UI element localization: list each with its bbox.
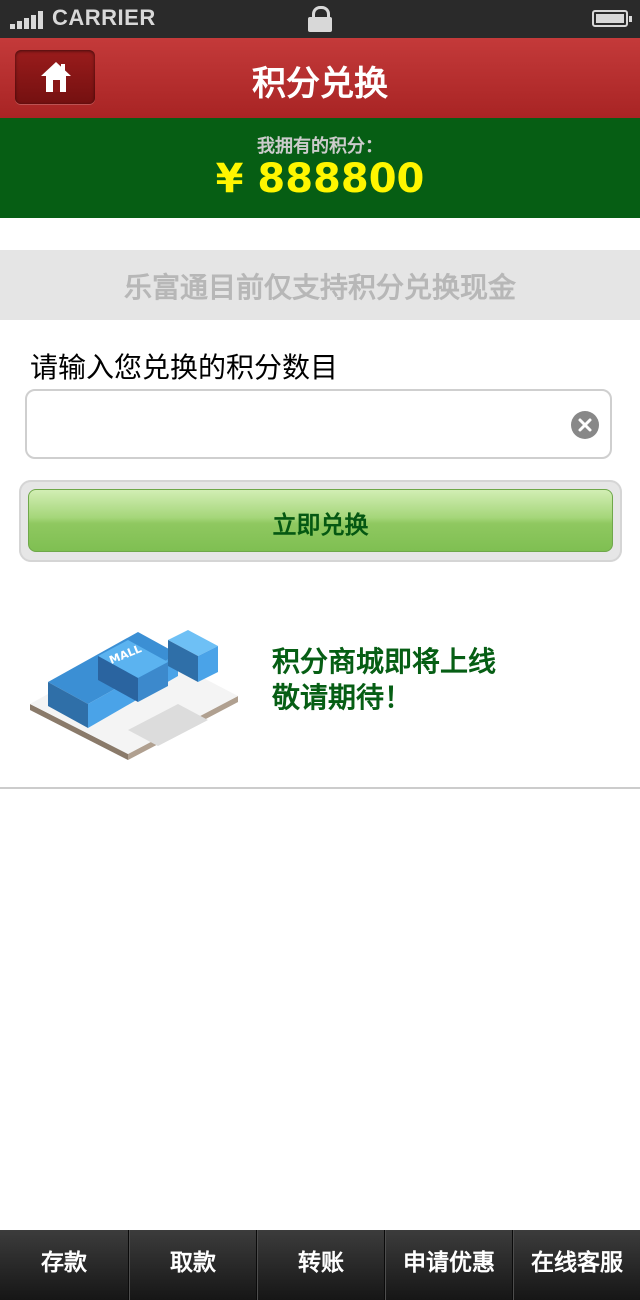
tab-transfer[interactable]: 转账 [256, 1230, 385, 1300]
tab-withdraw[interactable]: 取款 [128, 1230, 257, 1300]
battery-icon [592, 10, 632, 27]
submit-button-frame: 立即兑换 [19, 480, 622, 562]
notice-text: 乐富通目前仅支持积分兑换现金 [123, 271, 516, 304]
tab-apply-promotion[interactable]: 申请优惠 [384, 1230, 513, 1300]
points-input[interactable] [41, 399, 565, 451]
carrier-label: CARRIER [52, 5, 156, 30]
exchange-now-label: 立即兑换 [272, 511, 369, 539]
tab-online-support[interactable]: 在线客服 [512, 1230, 640, 1300]
tab-deposit[interactable]: 存款 [0, 1230, 128, 1300]
section-divider [0, 787, 640, 789]
mall-building-illustration: MALL [30, 630, 238, 760]
header-bar: 积分兑换 [0, 38, 640, 118]
page-title: 积分兑换 [252, 64, 388, 104]
points-value: ¥ 888800 [215, 156, 425, 202]
points-input-field [25, 389, 612, 459]
bottom-tab-bar: 存款 取款 转账 申请优惠 在线客服 [0, 1230, 640, 1300]
input-prompt: 请输入您兑换的积分数目 [30, 351, 339, 384]
promo-headline: 积分商城即将上线 [272, 645, 497, 678]
promo-subline: 敬请期待！ [272, 681, 413, 714]
points-label: 我拥有的积分： [257, 136, 383, 157]
points-panel: 我拥有的积分： ¥ 888800 [0, 118, 640, 218]
notice-banner: 乐富通目前仅支持积分兑换现金 [0, 250, 640, 320]
status-bar: CARRIER [0, 0, 640, 38]
clear-icon[interactable] [571, 411, 599, 439]
exchange-now-button[interactable]: 立即兑换 [28, 489, 613, 552]
lock-icon [308, 6, 332, 32]
signal-icon [10, 11, 46, 29]
